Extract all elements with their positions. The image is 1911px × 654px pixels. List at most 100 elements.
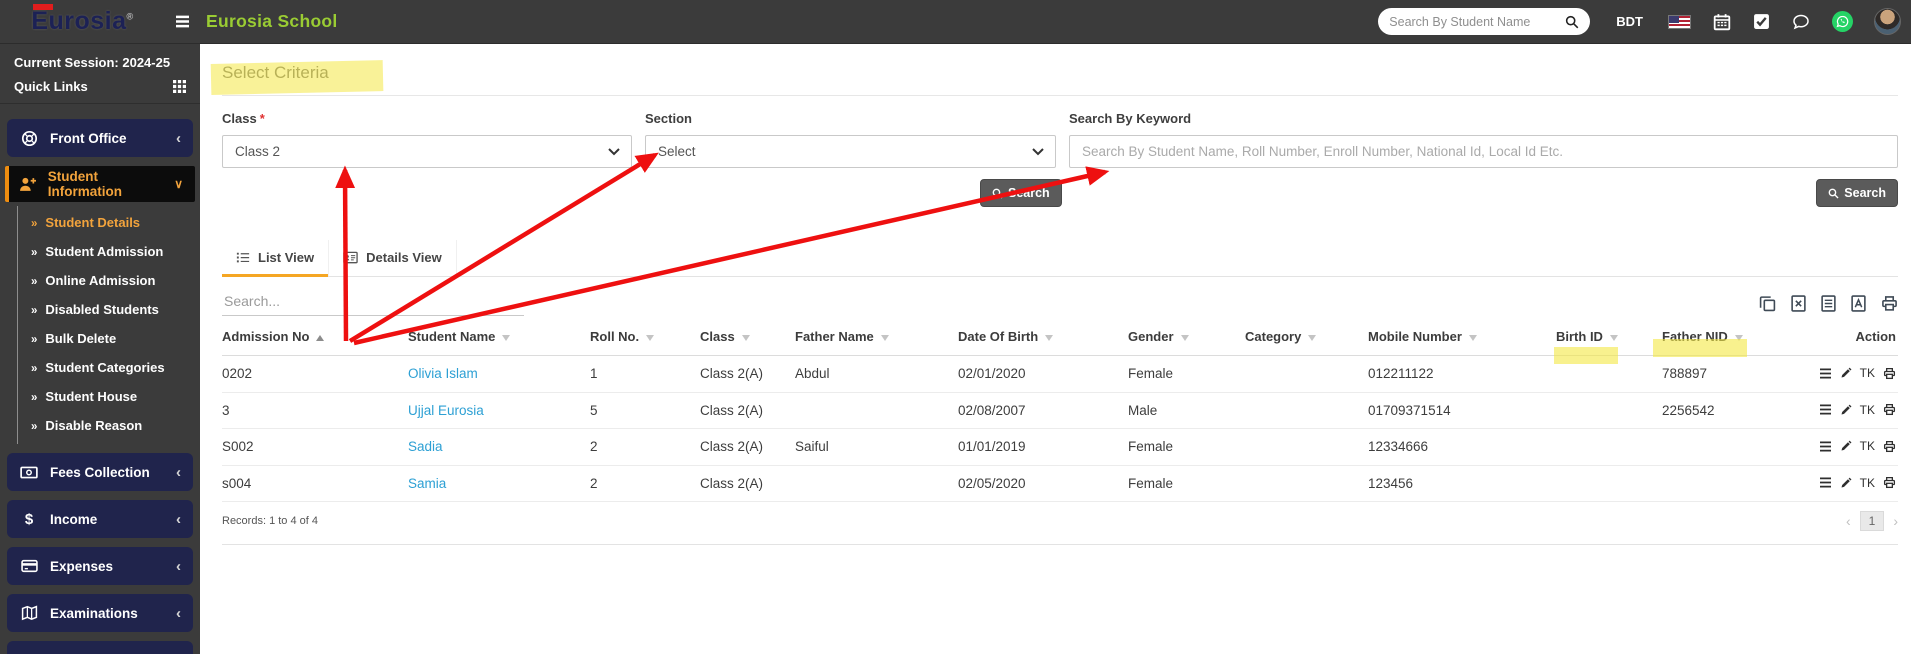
- grid-icon[interactable]: [173, 80, 186, 93]
- registered-mark: ®: [126, 11, 134, 22]
- print-icon[interactable]: [1883, 367, 1896, 380]
- row-menu-icon[interactable]: [1819, 367, 1832, 379]
- tab-list-view[interactable]: List View: [222, 240, 330, 277]
- menu-toggle-icon[interactable]: [175, 15, 190, 28]
- print-icon[interactable]: [1881, 295, 1898, 312]
- cell-father: [795, 392, 958, 429]
- row-menu-icon[interactable]: [1819, 404, 1832, 415]
- chevron-left-icon: ‹: [176, 129, 181, 147]
- col-class[interactable]: Class: [700, 320, 795, 356]
- sidebar-subitem-disable-reason[interactable]: » Disable Reason: [18, 411, 193, 440]
- sidebar-item-income[interactable]: $ Income ‹: [7, 500, 193, 538]
- sidebar-item-student-information[interactable]: Student Information ∨: [5, 166, 195, 202]
- user-plus-icon: [18, 176, 38, 193]
- sidebar-subitem-student-details[interactable]: » Student Details: [18, 208, 193, 237]
- copy-icon[interactable]: [1759, 295, 1776, 312]
- search-icon[interactable]: [1565, 15, 1579, 29]
- edit-pencil-icon[interactable]: [1840, 404, 1852, 416]
- quick-links-label: Quick Links: [14, 79, 88, 94]
- sidebar-subitem-student-house[interactable]: » Student House: [18, 382, 193, 411]
- keyword-input[interactable]: [1069, 135, 1898, 168]
- chevron-left-icon: ‹: [176, 557, 181, 575]
- student-name-link[interactable]: Olivia Islam: [408, 355, 590, 393]
- student-name-link[interactable]: Samia: [408, 465, 590, 502]
- col-gender[interactable]: Gender: [1128, 320, 1245, 356]
- fees-tk-button[interactable]: TK: [1860, 476, 1875, 490]
- search-icon: [992, 188, 1003, 199]
- chat-icon[interactable]: [1792, 13, 1810, 31]
- sidebar-item-fees-collection[interactable]: Fees Collection ‹: [7, 453, 193, 491]
- cell-gender: Male: [1128, 392, 1245, 429]
- edit-pencil-icon[interactable]: [1840, 367, 1852, 379]
- row-menu-icon[interactable]: [1819, 440, 1832, 452]
- fees-tk-button[interactable]: TK: [1860, 439, 1875, 453]
- table-row: s004 Samia 2 Class 2(A) 02/05/2020 Femal…: [222, 465, 1898, 502]
- calendar-icon[interactable]: [1713, 13, 1731, 31]
- quick-links[interactable]: Quick Links: [14, 79, 186, 94]
- edit-pencil-icon[interactable]: [1840, 477, 1852, 489]
- global-search-input[interactable]: [1389, 14, 1566, 29]
- sort-desc-icon: [741, 335, 750, 341]
- row-menu-icon[interactable]: [1819, 477, 1832, 488]
- print-icon[interactable]: [1883, 440, 1896, 453]
- tasks-check-icon[interactable]: [1753, 13, 1770, 30]
- keyword-label: Search By Keyword: [1069, 111, 1192, 126]
- fees-tk-button[interactable]: TK: [1860, 403, 1875, 417]
- dollar-icon: $: [24, 510, 34, 528]
- student-name-link[interactable]: Sadia: [408, 428, 590, 466]
- cell-gender: Female: [1128, 355, 1245, 393]
- col-father-nid[interactable]: Father NID: [1662, 320, 1782, 356]
- chevron-left-icon: ‹: [176, 463, 181, 481]
- language-flag-icon[interactable]: [1668, 14, 1691, 29]
- sidebar-item-front-office[interactable]: Front Office ‹: [7, 119, 193, 157]
- sidebar-subitem-student-categories[interactable]: » Student Categories: [18, 353, 193, 382]
- cell-class: Class 2(A): [700, 355, 795, 393]
- section-select[interactable]: Select: [645, 135, 1056, 168]
- class-select[interactable]: Class 2: [222, 135, 632, 168]
- col-student-name[interactable]: Student Name: [408, 320, 590, 356]
- export-csv-icon[interactable]: [1821, 295, 1836, 312]
- fees-tk-button[interactable]: TK: [1860, 366, 1875, 380]
- global-student-search[interactable]: [1378, 8, 1591, 35]
- export-pdf-icon[interactable]: [1851, 295, 1866, 312]
- pagination-page-1[interactable]: 1: [1859, 511, 1885, 531]
- print-icon[interactable]: [1883, 476, 1896, 489]
- student-name-link[interactable]: Ujjal Eurosia: [408, 392, 590, 429]
- edit-pencil-icon[interactable]: [1840, 440, 1852, 452]
- col-father-name[interactable]: Father Name: [795, 320, 958, 356]
- table-filter-input[interactable]: [222, 289, 524, 316]
- whatsapp-icon[interactable]: [1832, 11, 1853, 32]
- pagination-next[interactable]: ›: [1893, 513, 1898, 529]
- sidebar-subitem-bulk-delete[interactable]: » Bulk Delete: [18, 324, 193, 353]
- pagination-prev[interactable]: ‹: [1846, 513, 1851, 529]
- col-birth-id[interactable]: Birth ID: [1556, 320, 1662, 356]
- search-button-secondary[interactable]: Search: [1816, 179, 1898, 207]
- cell-gender: Female: [1128, 428, 1245, 466]
- id-card-icon: [343, 251, 358, 264]
- sidebar-subitem-disabled-students[interactable]: » Disabled Students: [18, 295, 193, 324]
- tab-details-view[interactable]: Details View: [329, 240, 457, 276]
- sidebar-item-partial[interactable]: [7, 641, 193, 654]
- user-avatar[interactable]: [1874, 8, 1901, 35]
- class-select-value: Class 2: [235, 144, 281, 159]
- sidebar-subitem-student-admission[interactable]: » Student Admission: [18, 237, 193, 266]
- banknote-icon: [19, 465, 39, 480]
- cell-roll: 1: [590, 355, 700, 393]
- export-excel-icon[interactable]: [1791, 295, 1806, 312]
- col-admission-no[interactable]: Admission No: [222, 320, 408, 356]
- print-icon[interactable]: [1883, 403, 1896, 416]
- col-roll-no[interactable]: Roll No.: [590, 320, 700, 356]
- app-logo[interactable]: Eurosia®: [0, 4, 165, 36]
- sidebar-subitem-online-admission[interactable]: » Online Admission: [18, 266, 193, 295]
- logo-text: Eurosia: [31, 7, 127, 35]
- search-button[interactable]: Search: [980, 179, 1062, 207]
- col-mobile-number[interactable]: Mobile Number: [1368, 320, 1556, 356]
- cell-mobile: 123456: [1368, 465, 1556, 502]
- sidebar-item-examinations[interactable]: Examinations ‹: [7, 594, 193, 632]
- sidebar-item-expenses[interactable]: Expenses ‹: [7, 547, 193, 585]
- top-navbar: Eurosia® Eurosia School BDT: [0, 0, 1911, 44]
- cell-birth-id: [1556, 392, 1662, 429]
- col-date-of-birth[interactable]: Date Of Birth: [958, 320, 1128, 356]
- currency-selector[interactable]: BDT: [1616, 14, 1643, 29]
- col-category[interactable]: Category: [1245, 320, 1368, 356]
